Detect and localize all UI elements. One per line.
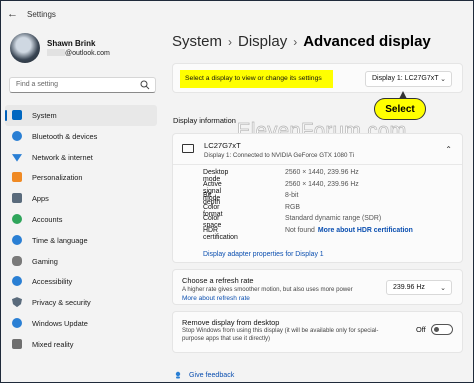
select-display-card: Select a display to view or change its s… — [172, 63, 463, 93]
sidebar-item-privacy-security[interactable]: Privacy & security — [5, 292, 157, 313]
sidebar-item-label: System — [32, 111, 57, 120]
time-language-icon — [12, 234, 22, 245]
user-name: Shawn Brink — [47, 39, 96, 48]
refresh-rate-description: A higher rate gives smoother motion, but… — [182, 286, 353, 293]
sidebar-item-label: Accessibility — [32, 277, 73, 287]
search-placeholder: Find a setting — [16, 81, 59, 88]
display-select-value: Display 1: LC27G7xT — [372, 75, 439, 82]
info-value: Standard dynamic range (SDR) — [285, 215, 382, 223]
sidebar-item-label: Windows Update — [32, 318, 88, 328]
refresh-rate-title: Choose a refresh rate — [182, 276, 254, 285]
chevron-up-icon[interactable]: ⌃ — [445, 145, 452, 154]
chevron-down-icon: ⌄ — [440, 76, 446, 83]
sidebar-item-label: Network & internet — [32, 152, 93, 162]
page-title: Advanced display — [303, 33, 431, 50]
info-key: HDR certification — [203, 226, 238, 241]
monitor-icon — [182, 144, 194, 153]
sidebar-item-windows-update[interactable]: Windows Update — [5, 313, 157, 334]
breadcrumb-separator: › — [228, 35, 233, 49]
monitor-name: LC27G7xT — [204, 141, 241, 150]
info-value: 8-bit — [285, 192, 299, 200]
remove-display-toggle[interactable] — [431, 324, 453, 335]
shield-icon — [12, 297, 22, 308]
accounts-icon — [12, 213, 22, 224]
brush-icon — [12, 172, 22, 183]
app-title: Settings — [27, 10, 56, 19]
sidebar-item-label: Time & language — [32, 235, 88, 245]
sidebar-item-label: Gaming — [32, 256, 58, 266]
monitor-subtitle: Display 1: Connected to NVIDIA GeForce G… — [204, 152, 354, 159]
breadcrumb-system[interactable]: System — [172, 33, 222, 50]
search-input[interactable]: Find a setting — [9, 77, 156, 93]
sidebar-item-label: Privacy & security — [32, 298, 91, 308]
sidebar-item-accessibility[interactable]: Accessibility — [5, 271, 157, 292]
toggle-knob — [434, 327, 439, 332]
sidebar-item-label: Apps — [32, 194, 49, 204]
sidebar-item-apps[interactable]: Apps — [5, 188, 157, 209]
give-feedback-link[interactable]: Give feedback — [189, 371, 234, 379]
breadcrumb: System › Display › Advanced display — [172, 33, 431, 50]
system-icon — [12, 110, 22, 120]
sidebar-item-network[interactable]: Network & internet — [5, 147, 157, 168]
chevron-down-icon: ⌄ — [440, 285, 446, 292]
divider — [173, 164, 462, 165]
bluetooth-icon — [12, 130, 22, 141]
email-redaction — [47, 49, 65, 56]
back-button[interactable]: ← — [7, 8, 18, 20]
main-content: System › Display › Advanced display Select a… — [167, 27, 467, 382]
sidebar-item-label: Accounts — [32, 214, 63, 224]
avatar[interactable] — [10, 33, 40, 63]
user-email-domain: @outlook.com — [65, 50, 110, 57]
mixed-reality-icon — [12, 338, 22, 349]
info-value: 2560 × 1440, 239.96 Hz — [285, 180, 359, 188]
select-display-label: Select a display to view or change its s… — [185, 75, 322, 82]
search-icon[interactable] — [140, 80, 150, 90]
select-callout: Select — [374, 91, 426, 120]
sidebar-item-accounts[interactable]: Accounts — [5, 209, 157, 230]
remove-display-card: Remove display from desktop Stop Windows… — [172, 311, 463, 353]
remove-display-description: Stop Windows from using this display (it… — [182, 327, 379, 342]
refresh-rate-card: Choose a refresh rate A higher rate give… — [172, 269, 463, 305]
info-value: Not found — [285, 226, 315, 234]
user-email: @outlook.com — [47, 49, 110, 57]
windows-update-icon — [12, 317, 22, 328]
display-info-card: LC27G7xT Display 1: Connected to NVIDIA … — [172, 133, 463, 263]
sidebar-item-system[interactable]: System — [5, 105, 157, 126]
remove-display-title: Remove display from desktop — [182, 318, 280, 327]
info-value: RGB — [285, 203, 300, 211]
sidebar-nav: System Bluetooth & devices Network & int… — [5, 105, 157, 355]
refresh-rate-value: 239.96 Hz — [393, 284, 425, 291]
refresh-rate-dropdown[interactable]: 239.96 Hz ⌄ — [386, 280, 452, 295]
sidebar-item-mixed-reality[interactable]: Mixed reality — [5, 334, 157, 355]
display-select-dropdown[interactable]: Display 1: LC27G7xT ⌄ — [365, 71, 452, 87]
settings-window: ← Settings Shawn Brink @outlook.com Find… — [0, 0, 474, 383]
sidebar: Shawn Brink @outlook.com Find a setting … — [1, 27, 163, 382]
toggle-state-label: Off — [416, 325, 426, 334]
accessibility-icon — [12, 276, 22, 287]
display-adapter-properties-link[interactable]: Display adapter properties for Display 1 — [203, 251, 324, 258]
sidebar-item-label: Bluetooth & devices — [32, 131, 98, 141]
title-bar: ← Settings — [1, 1, 473, 27]
sidebar-item-label: Mixed reality — [32, 339, 74, 349]
info-value-wrap: Not found More about HDR certification — [285, 227, 413, 234]
apps-icon — [12, 193, 22, 204]
network-icon — [12, 154, 22, 162]
breadcrumb-display[interactable]: Display — [238, 33, 287, 50]
gaming-icon — [12, 255, 22, 266]
sidebar-item-gaming[interactable]: Gaming — [5, 251, 157, 272]
display-info-heading: Display information — [173, 116, 236, 125]
sidebar-item-time-language[interactable]: Time & language — [5, 230, 157, 251]
sidebar-item-bluetooth[interactable]: Bluetooth & devices — [5, 126, 157, 147]
info-value: 2560 × 1440, 239.96 Hz — [285, 169, 359, 176]
breadcrumb-separator: › — [293, 35, 298, 49]
callout-text: Select — [385, 104, 415, 115]
feedback-icon — [175, 371, 181, 379]
hdr-certification-link[interactable]: More about HDR certification — [318, 227, 413, 234]
sidebar-item-label: Personalization — [32, 173, 83, 183]
refresh-rate-link[interactable]: More about refresh rate — [182, 295, 250, 302]
sidebar-item-personalization[interactable]: Personalization — [5, 167, 157, 188]
